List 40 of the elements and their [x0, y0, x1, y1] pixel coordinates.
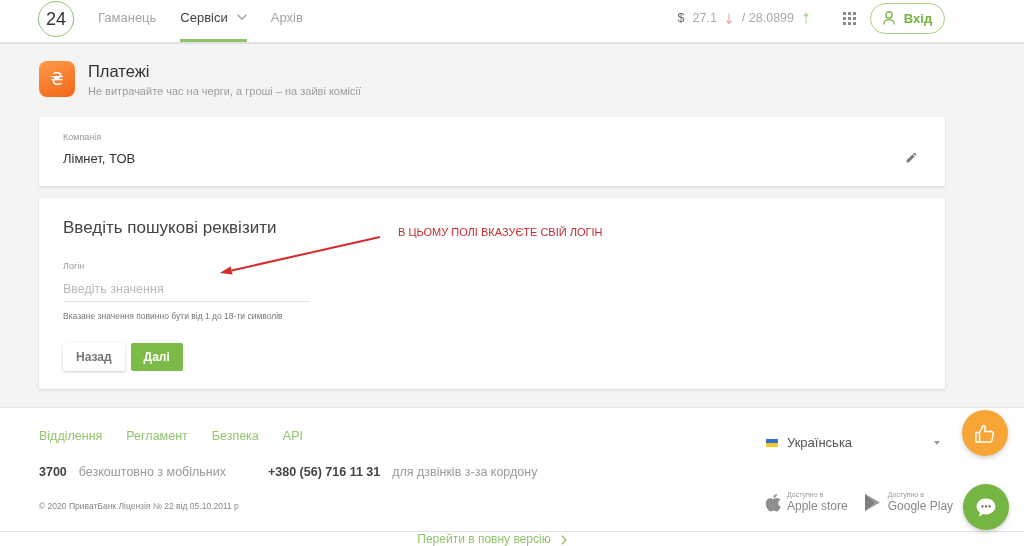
form-title: Введіть пошукові реквізити [63, 218, 277, 238]
flag-icon [766, 439, 778, 447]
field-label: Логін [63, 260, 85, 272]
footer-link[interactable]: API [282, 428, 303, 444]
thumbs-up-icon [975, 423, 995, 443]
login-button[interactable]: Вхід [870, 2, 945, 34]
nav-tab[interactable]: Архів [270, 0, 303, 42]
phone-note: для дзвінків з-за кордону [392, 464, 538, 480]
chevron-right-icon [560, 534, 567, 545]
next-button[interactable]: Далі [130, 343, 183, 371]
user-icon [882, 11, 895, 25]
play-icon [864, 493, 880, 511]
footer-link[interactable]: Відділення [39, 428, 103, 444]
field-hint: Вказане значення повинно бути від 1 до 18-ти символів [63, 310, 283, 322]
annotation-text: В ЦЬОМУ ПОЛІ ВКАЗУЄТЕ СВІЙ ЛОГІН [398, 225, 603, 239]
phone-note: безкоштовно з мобільних [78, 464, 226, 480]
apple-icon [765, 492, 781, 512]
page-title: Платежі [88, 62, 150, 81]
hryvnia-icon: ₴ [39, 61, 75, 97]
buy-rate: 27.1 [692, 11, 717, 25]
chat-bubble-icon [976, 497, 996, 517]
nav-tab[interactable]: Сервіси [180, 0, 247, 42]
footer-link[interactable]: Регламент [126, 428, 188, 444]
full-version-link[interactable]: Перейти в повну версію [417, 532, 567, 546]
back-button[interactable]: Назад [63, 343, 125, 371]
pencil-icon[interactable] [905, 151, 918, 164]
phone-number: 3700 [39, 464, 67, 480]
phone-number: +380 (56) 716 11 31 [267, 464, 381, 480]
page-subtitle: Не витрачайте час на черги, а гроші – на зайві комісії [88, 84, 361, 98]
field-label: Компанія [63, 131, 102, 143]
apps-grid-icon[interactable] [843, 11, 856, 25]
footer-link[interactable]: Безпека [211, 428, 259, 444]
caret-down-icon [934, 441, 940, 445]
sell-rate: / 28.0899 [741, 11, 794, 25]
nav-tab[interactable]: Гаманець [98, 0, 157, 42]
language-select[interactable]: Українська [765, 435, 946, 451]
login-input-field[interactable]: Введіть значення [63, 279, 310, 302]
company-name: Лімнет, ТОВ [63, 151, 136, 167]
currency-sign: $ [677, 11, 685, 25]
copyright-text: © 2020 ПриватБанк Ліцензія № 22 від 05.10.2011 р [39, 501, 239, 512]
